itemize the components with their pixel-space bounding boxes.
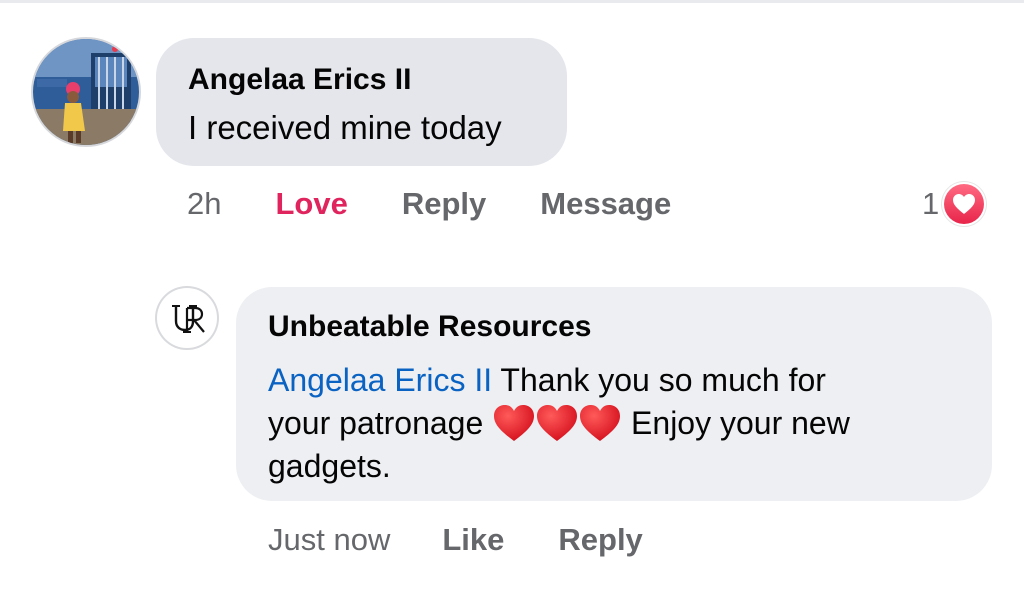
comment-actions: 2h Love Reply Message: [187, 182, 671, 226]
comment-thread: Angelaa Erics II I received mine today 2…: [0, 0, 1024, 616]
ur-logo-icon: [172, 305, 205, 333]
reaction-summary[interactable]: 1: [922, 182, 987, 226]
reply-actions: Just now Like Reply: [268, 518, 643, 562]
top-divider: [0, 0, 1024, 3]
page-avatar[interactable]: [157, 288, 217, 348]
red-heart-emoji-icon: [492, 403, 622, 443]
reply-button[interactable]: Reply: [558, 522, 642, 558]
reply-text-part: Thank you so much for: [492, 362, 826, 398]
avatar[interactable]: [33, 39, 139, 145]
love-reaction-icon: [942, 182, 987, 226]
profile-photo: [33, 39, 139, 145]
reply-text-part: your patronage: [268, 405, 493, 441]
comment-text: I received mine today: [188, 109, 502, 146]
reply-author[interactable]: Unbeatable Resources: [268, 309, 972, 345]
reply-text: Angelaa Erics II Thank you so much for y…: [268, 359, 972, 488]
reply-text-line: Angelaa Erics II Thank you so much for: [268, 359, 972, 402]
reply-bubble: Unbeatable Resources Angelaa Erics II Th…: [236, 287, 992, 501]
reply-button[interactable]: Reply: [402, 186, 486, 222]
love-button[interactable]: Love: [275, 186, 347, 222]
comment-timestamp[interactable]: 2h: [187, 186, 221, 222]
like-button[interactable]: Like: [442, 522, 504, 558]
reply-timestamp[interactable]: Just now: [268, 522, 390, 558]
reaction-count: 1: [922, 186, 940, 221]
reply-text-line: your patronage Enjoy your new: [268, 402, 972, 445]
reply-text-part: Enjoy your new: [622, 405, 850, 441]
reply-text-line: gadgets.: [268, 448, 391, 484]
comment-bubble: Angelaa Erics II I received mine today: [156, 38, 567, 166]
comment-author[interactable]: Angelaa Erics II: [188, 62, 567, 98]
mention-link[interactable]: Angelaa Erics II: [268, 362, 492, 398]
message-button[interactable]: Message: [540, 186, 671, 222]
